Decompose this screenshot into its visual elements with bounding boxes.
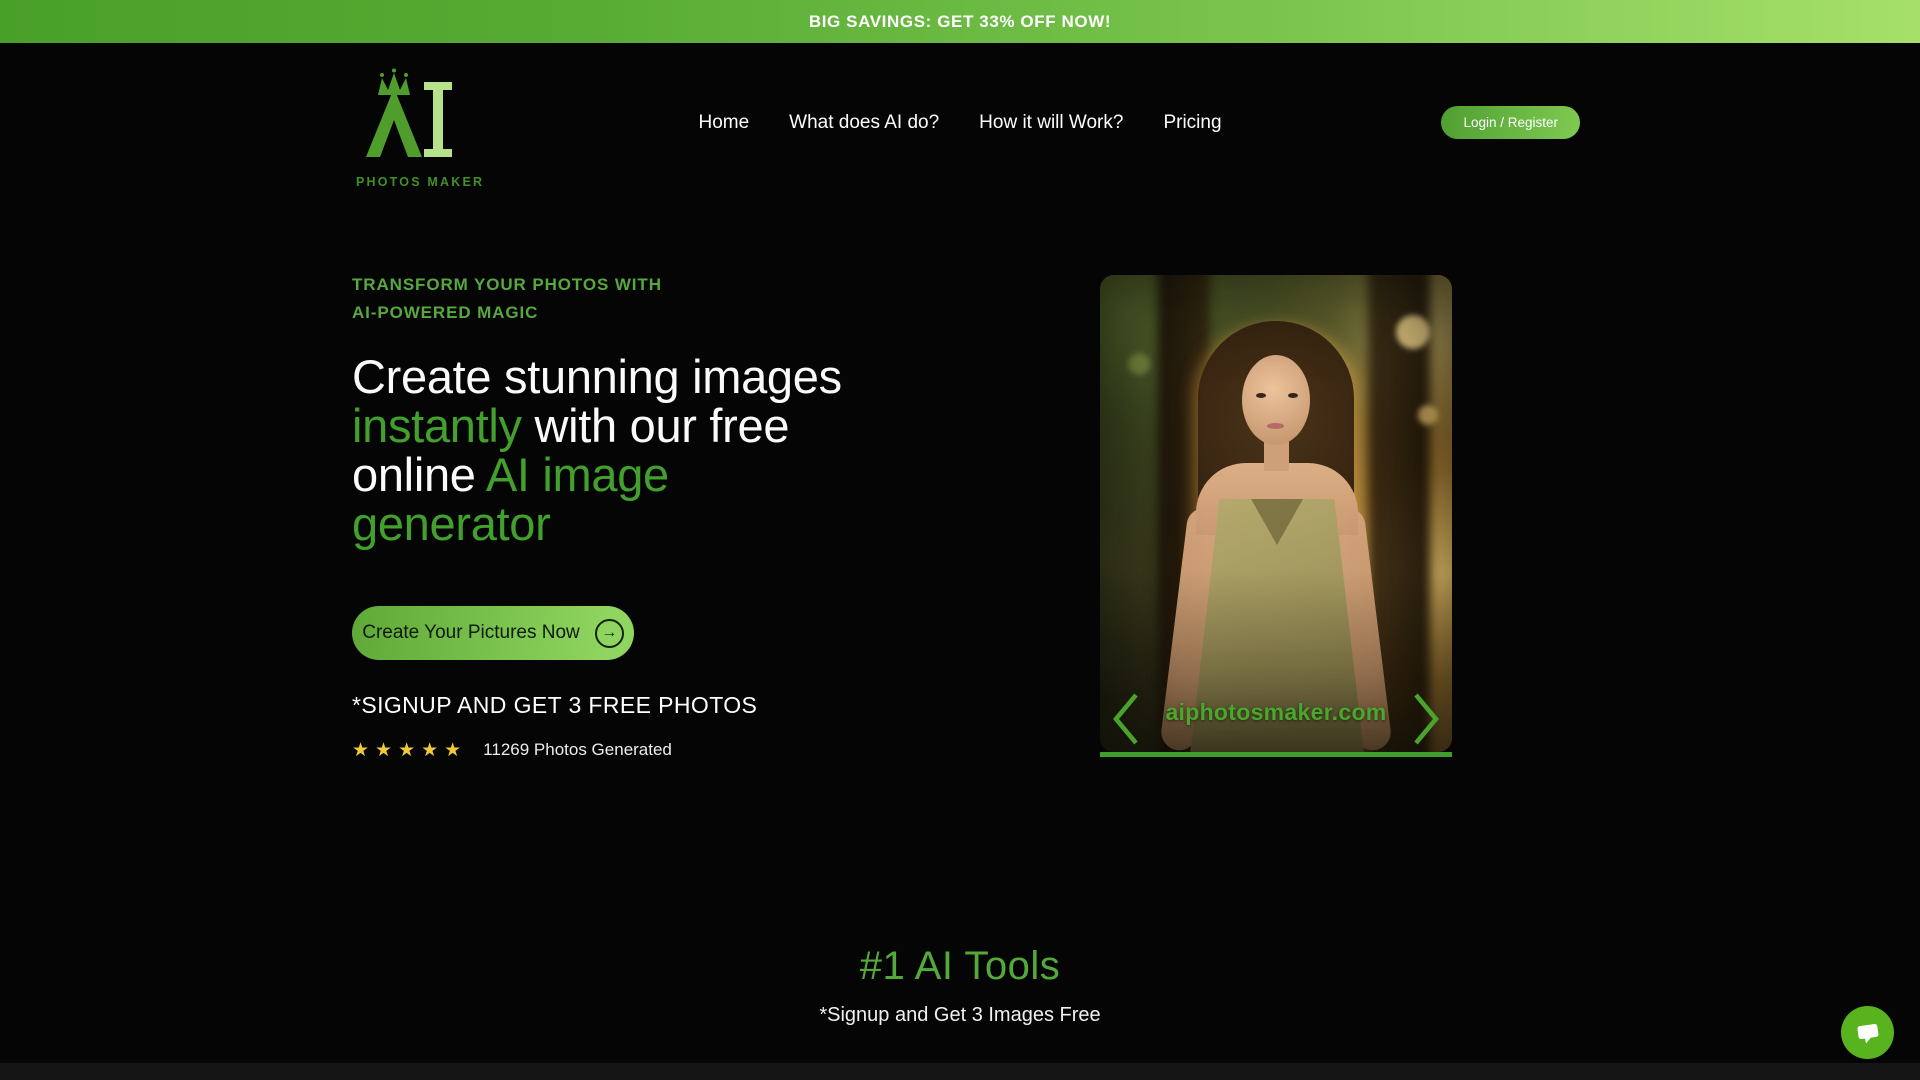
five-stars-icon: ★★★★★ [352,741,467,760]
headline-instantly: instantly [352,399,522,452]
carousel-prev-button[interactable] [1106,690,1146,748]
main-nav: Home What does AI do? How it will Work? … [698,112,1221,134]
hero-eyebrow: TRANSFORM YOUR PHOTOS WITH AI-POWERED MA… [352,271,1052,327]
headline-line3-start: online [352,448,486,501]
chevron-right-icon [1406,690,1446,748]
logo-caption: PHOTOS MAKER [356,175,452,189]
promo-banner-text: BIG SAVINGS: GET 33% OFF NOW! [809,12,1111,32]
logo-ai-crown-icon [356,68,452,172]
speech-bubble-icon [1854,1020,1882,1046]
logo[interactable]: PHOTOS MAKER [356,68,452,189]
hero-section: TRANSFORM YOUR PHOTOS WITH AI-POWERED MA… [0,201,1920,856]
carousel-underline-bar [1100,752,1452,757]
promo-banner: BIG SAVINGS: GET 33% OFF NOW! [0,0,1920,43]
ai-tools-section: #1 AI Tools *Signup and Get 3 Images Fre… [0,856,1920,1027]
hero-copy: TRANSFORM YOUR PHOTOS WITH AI-POWERED MA… [352,271,1052,760]
hero-headline: Create stunning imagesinstantly with our… [352,352,1052,548]
ai-tools-title: #1 AI Tools [0,944,1920,989]
carousel-next-button[interactable] [1406,690,1446,748]
nav-link-how-it-will-work[interactable]: How it will Work? [979,112,1123,134]
rating-row: ★★★★★ 11269 Photos Generated [352,740,1052,760]
arrow-right-circle-icon: → [595,619,624,648]
hero-carousel: aiphotosmaker.com [1100,275,1452,757]
signup-free-photos-note: *SIGNUP AND GET 3 FREE PHOTOS [352,692,1052,719]
header: PHOTOS MAKER Home What does AI do? How i… [0,43,1920,201]
photo-vignette [1100,275,1452,752]
photo-watermark: aiphotosmaker.com [1100,699,1452,726]
headline-line1: Create stunning images [352,350,842,403]
ai-tools-subtitle: *Signup and Get 3 Images Free [0,1004,1920,1027]
carousel-photo: aiphotosmaker.com [1100,275,1452,752]
headline-line2-rest: with our free [522,399,789,452]
hero-eyebrow-line1: TRANSFORM YOUR PHOTOS WITH [352,271,1052,299]
headline-generator: generator [352,497,551,550]
create-pictures-button[interactable]: Create Your Pictures Now → [352,606,634,660]
nav-link-what-does-ai-do[interactable]: What does AI do? [789,112,939,134]
photos-generated-count: 11269 Photos Generated [483,740,672,760]
next-section-strip [0,1063,1920,1080]
headline-ai-image: AI image [486,448,669,501]
nav-link-pricing[interactable]: Pricing [1163,112,1221,134]
create-pictures-label: Create Your Pictures Now [362,622,580,644]
chevron-left-icon [1106,690,1146,748]
chat-widget-button[interactable] [1841,1006,1894,1059]
nav-link-home[interactable]: Home [698,112,749,134]
login-register-button[interactable]: Login / Register [1441,106,1580,139]
hero-eyebrow-line2: AI-POWERED MAGIC [352,299,1052,327]
